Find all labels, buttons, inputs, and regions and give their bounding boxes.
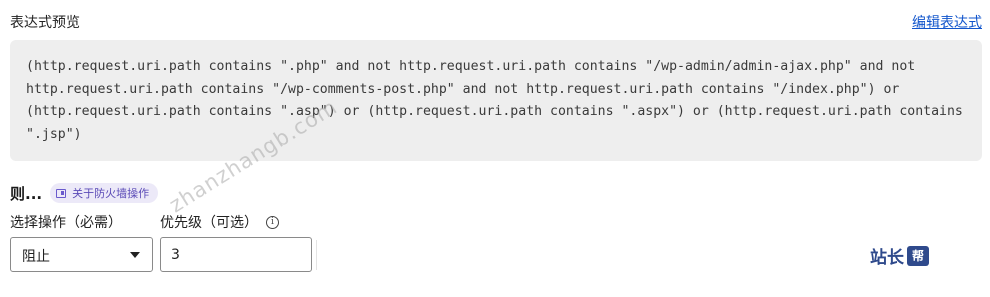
site-logo: 站长 帮 (870, 243, 929, 268)
priority-field-label: 优先级（可选） (160, 215, 258, 231)
expression-preview-title: 表达式预览 (10, 15, 80, 31)
priority-input[interactable] (160, 237, 312, 272)
expression-code: (http.request.uri.path contains ".php" a… (26, 59, 963, 142)
firewall-actions-info-badge[interactable]: 关于防火墙操作 (50, 183, 159, 203)
panel-icon (56, 188, 67, 198)
firewall-actions-badge-label: 关于防火墙操作 (72, 187, 150, 200)
divider (316, 240, 317, 270)
action-select[interactable]: 阻止 (10, 237, 153, 272)
caret-down-icon (130, 252, 140, 258)
action-select-value: 阻止 (22, 249, 50, 265)
expression-preview-header: 表达式预览 编辑表达式 (10, 12, 982, 34)
then-section-header: 则... 关于防火墙操作 (10, 182, 159, 204)
action-field-label: 选择操作（必需） (10, 215, 122, 231)
then-heading: 则... (10, 184, 43, 203)
logo-mark: 帮 (907, 245, 929, 266)
edit-expression-link[interactable]: 编辑表达式 (912, 12, 982, 32)
expression-preview-box: (http.request.uri.path contains ".php" a… (10, 40, 982, 161)
logo-text: 站长 (870, 248, 904, 268)
info-icon[interactable]: i (266, 215, 279, 229)
